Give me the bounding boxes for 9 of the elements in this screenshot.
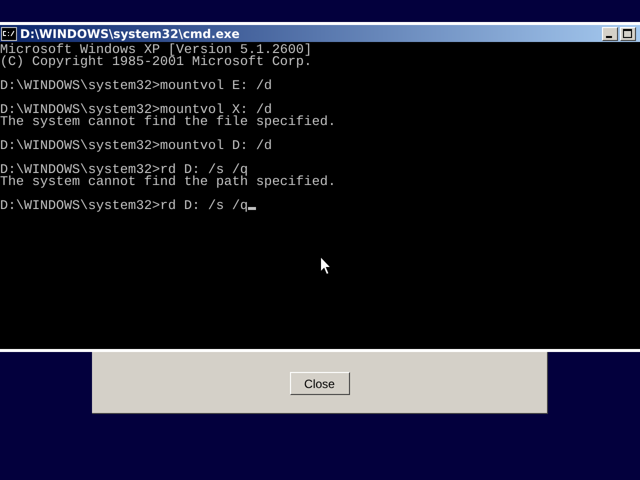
window-title: D:\WINDOWS\system32\cmd.exe <box>20 26 240 40</box>
close-button[interactable]: Close <box>290 372 350 395</box>
console-line: D:\WINDOWS\system32>rd D: /s /q <box>0 199 248 214</box>
console-line: D:\WINDOWS\system32>mountvol D: /d <box>0 139 272 154</box>
console-line: D:\WINDOWS\system32>mountvol E: /d <box>0 79 272 94</box>
console-line: The system cannot find the path specified. <box>0 175 336 190</box>
maximize-button[interactable] <box>620 26 636 40</box>
minimize-button[interactable] <box>602 26 618 40</box>
mouse-pointer-icon <box>320 256 332 276</box>
